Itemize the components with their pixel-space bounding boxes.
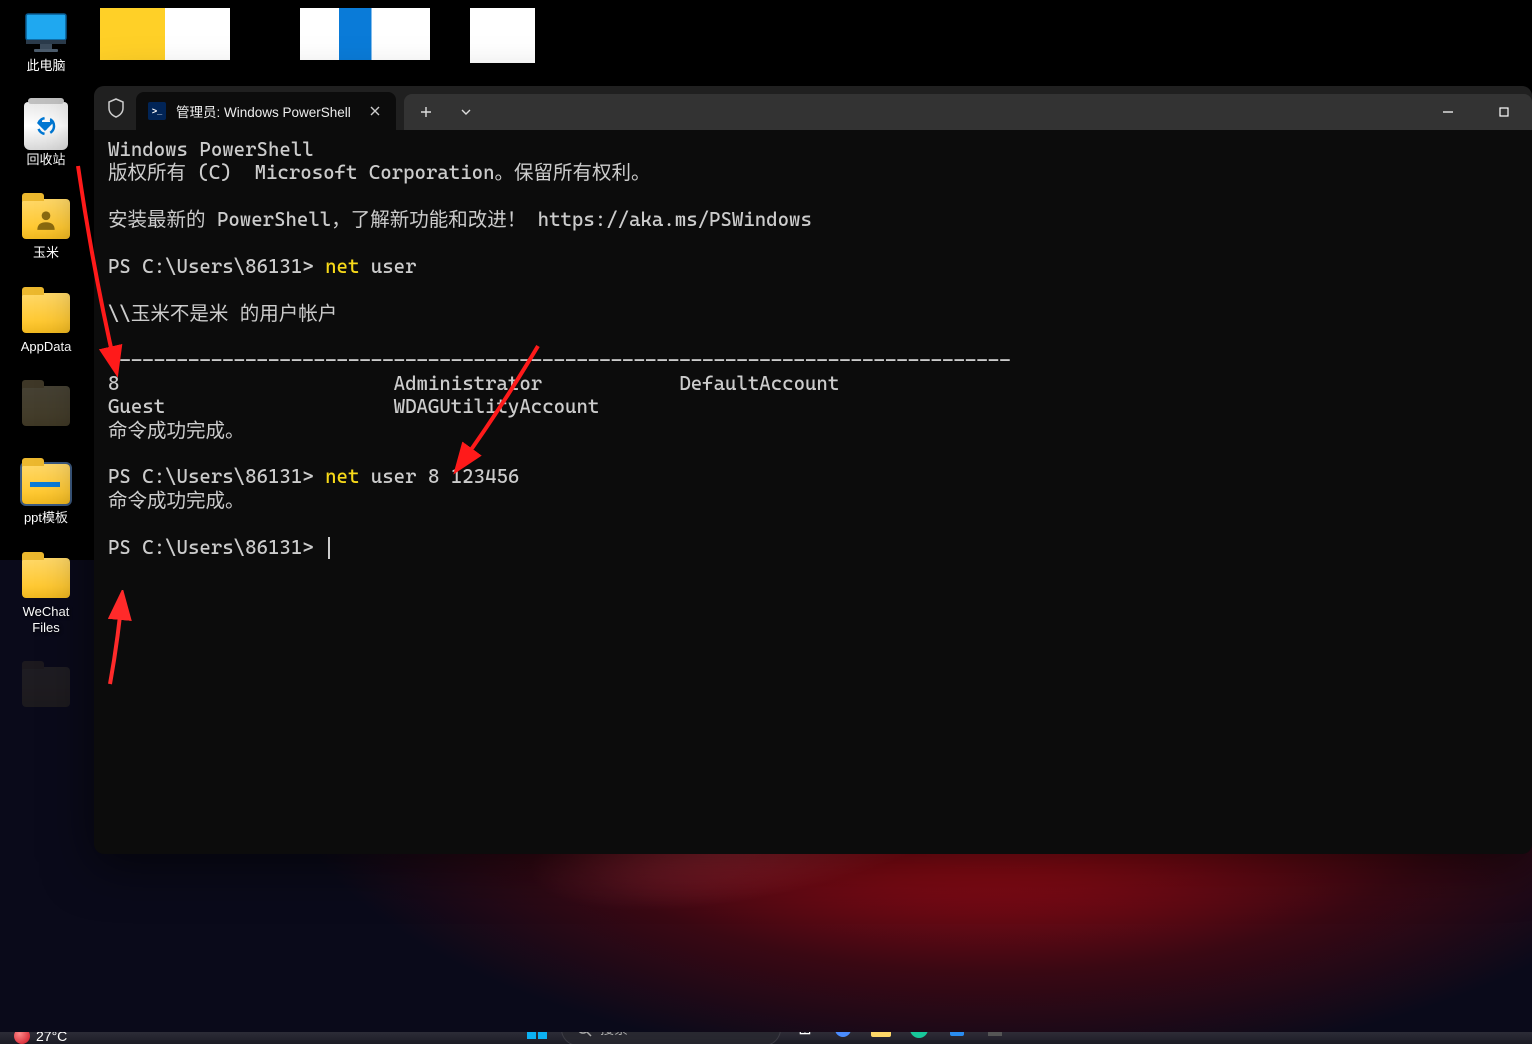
ps-copyright-b: Microsoft Corporation	[255, 161, 495, 184]
prompt-2: PS C:\Users\86131>	[108, 465, 325, 488]
user-defaultaccount: DefaultAccount	[679, 372, 839, 395]
folder-icon	[22, 289, 70, 337]
maximize-button[interactable]	[1476, 94, 1532, 130]
desktop-icons-column: 此电脑 回收站	[8, 8, 84, 713]
icon-label: AppData	[21, 339, 72, 355]
app-button[interactable]	[981, 1032, 1009, 1043]
folder-icon	[22, 663, 70, 711]
ps-install-b: PowerShell	[217, 208, 331, 231]
icon-wechat-files[interactable]: WeChat Files	[8, 554, 84, 635]
folder-icon	[22, 382, 70, 430]
top-thumbnails	[100, 8, 535, 63]
start-button[interactable]	[523, 1032, 551, 1043]
thumb-white[interactable]	[470, 8, 535, 63]
accounts-header: \\玉米不是米 的用户帐户	[108, 302, 337, 325]
taskview-button[interactable]: ⊞	[791, 1032, 819, 1043]
tab-toolbar	[404, 94, 1532, 130]
bin-icon	[22, 102, 70, 150]
icon-appdata[interactable]: AppData	[8, 289, 84, 355]
terminal-cursor	[328, 537, 330, 559]
new-tab-button[interactable]	[408, 98, 444, 126]
user-guest: Guest	[108, 395, 165, 418]
folder-person-icon	[22, 195, 70, 243]
taskbar-search[interactable]: 搜索	[561, 1032, 781, 1044]
copilot-button[interactable]	[829, 1032, 857, 1043]
ps-copyright-a: 版权所有 (C)	[108, 161, 255, 184]
icon-dim-folder-2[interactable]	[8, 663, 84, 713]
icon-dim-folder[interactable]	[8, 382, 84, 432]
tab-dropdown-button[interactable]	[448, 98, 484, 126]
search-icon	[576, 1032, 592, 1037]
monitor-icon	[22, 8, 70, 56]
cmd-net-1: net	[325, 255, 371, 278]
ps-install-c: ，了解新功能和改进！	[331, 208, 526, 231]
taskbar-center: 搜索 ⊞	[523, 1032, 1009, 1044]
user-administrator: Administrator	[394, 372, 543, 395]
icon-this-pc[interactable]: 此电脑	[8, 8, 84, 74]
ps-install-a: 安装最新的	[108, 208, 217, 231]
success-1: 命令成功完成。	[108, 419, 245, 442]
ps-header-line1: Windows PowerShell	[108, 138, 314, 161]
edge-button[interactable]	[905, 1032, 933, 1043]
icon-label: WeChat Files	[8, 604, 84, 635]
titlebar[interactable]: >_ 管理员: Windows PowerShell	[94, 86, 1532, 130]
icon-label: 此电脑	[26, 58, 65, 74]
folder-icon	[22, 460, 70, 508]
taskbar-weather[interactable]: 27°C	[14, 1032, 67, 1044]
icon-label: 回收站	[26, 152, 65, 168]
success-2: 命令成功完成。	[108, 489, 245, 512]
terminal-window: >_ 管理员: Windows PowerShell	[94, 86, 1532, 854]
cmd-arg-user: user	[371, 255, 417, 278]
icon-user-folder[interactable]: 玉米	[8, 195, 84, 261]
desktop: 此电脑 回收站	[0, 0, 1532, 1044]
taskbar[interactable]: 27°C 搜索 ⊞	[0, 1032, 1532, 1044]
tab-powershell[interactable]: >_ 管理员: Windows PowerShell	[136, 92, 396, 130]
weather-icon	[14, 1032, 30, 1044]
tab-close-button[interactable]	[364, 100, 386, 122]
icon-label: ppt模板	[24, 510, 68, 526]
ps-install-url: https://aka.ms/PSWindows	[538, 208, 812, 231]
icon-label: 玉米	[33, 245, 59, 261]
thumb-blue[interactable]	[300, 8, 430, 60]
prompt-3: PS C:\Users\86131>	[108, 536, 325, 559]
ps-copyright-c: 。保留所有权利。	[495, 161, 651, 184]
prompt-1: PS C:\Users\86131>	[108, 255, 325, 278]
icon-ppt-templates[interactable]: ppt模板	[8, 460, 84, 526]
search-placeholder: 搜索	[600, 1032, 628, 1039]
cmd-net-2: net	[325, 465, 371, 488]
shield-icon	[102, 94, 130, 122]
explorer-button[interactable]	[867, 1032, 895, 1043]
temperature-label: 27°C	[36, 1032, 67, 1044]
powershell-icon: >_	[148, 102, 166, 120]
terminal-content[interactable]: Windows PowerShell 版权所有 (C) Microsoft Co…	[94, 130, 1532, 854]
divider: ----------------------------------------…	[108, 349, 1011, 372]
store-button[interactable]	[943, 1032, 971, 1043]
cmd2-arg-values: 8 123456	[428, 465, 519, 488]
cmd2-arg-user: user	[371, 465, 428, 488]
thumb-yellow[interactable]	[100, 8, 230, 60]
user-8: 8	[108, 372, 119, 395]
folder-icon	[22, 554, 70, 602]
icon-recycle-bin[interactable]: 回收站	[8, 102, 84, 168]
user-wdag: WDAGUtilityAccount	[394, 395, 600, 418]
tab-title: 管理员: Windows PowerShell	[176, 101, 354, 121]
window-controls	[1420, 94, 1532, 130]
minimize-button[interactable]	[1420, 94, 1476, 130]
